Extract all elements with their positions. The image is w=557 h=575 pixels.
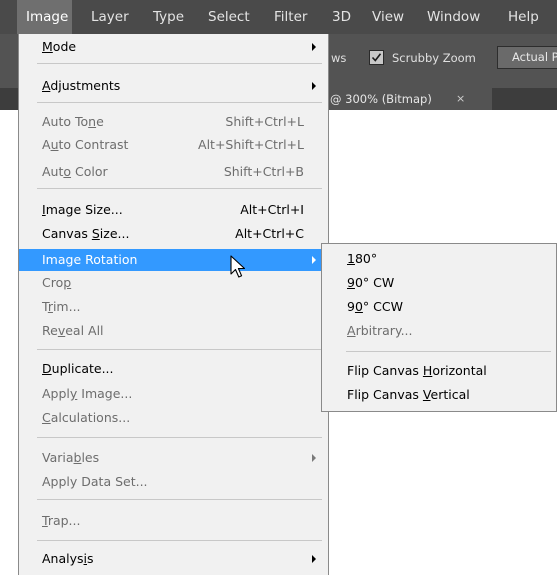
menu-item-mode[interactable]: Mode	[19, 36, 328, 58]
submenu-item-label: Flip Canvas Vertical	[347, 387, 470, 402]
image-rotation-submenu: 180° 90° CW 90° CCW Arbitrary... Flip Ca…	[321, 243, 557, 412]
submenu-item-label: 180°	[347, 251, 378, 266]
menu-item-label: Crop	[42, 275, 72, 290]
menu-item-label: Trap...	[42, 513, 81, 528]
mouse-pointer-icon	[230, 255, 248, 284]
menu-item-trim: Trim...	[19, 296, 328, 318]
submenu-item-label: 90° CW	[347, 275, 395, 290]
menu-separator	[37, 437, 322, 438]
menu-item-image-rotation[interactable]: Image Rotation	[19, 249, 328, 271]
menu-item-variables: Variables	[19, 447, 328, 469]
menu-item-label: Variables	[42, 450, 100, 465]
menu-item-label: Auto Tone	[42, 114, 104, 129]
menu-item-apply-data-set: Apply Data Set...	[19, 471, 328, 493]
menu-item-label: Image Rotation	[42, 252, 138, 267]
menu-separator	[37, 349, 322, 350]
menu-type[interactable]: Type	[153, 0, 184, 34]
shortcut-label: Alt+Shift+Ctrl+L	[198, 137, 304, 152]
menu-item-image-size[interactable]: Image Size... Alt+Ctrl+I	[19, 199, 328, 221]
menu-item-auto-contrast: Auto Contrast Alt+Shift+Ctrl+L	[19, 134, 328, 156]
menu-item-label: Analysis	[42, 551, 94, 566]
submenu-item-label: Flip Canvas Horizontal	[347, 363, 487, 378]
menu-item-auto-tone: Auto Tone Shift+Ctrl+L	[19, 111, 328, 133]
menu-item-canvas-size[interactable]: Canvas Size... Alt+Ctrl+C	[19, 223, 328, 245]
menu-item-label: Trim...	[42, 299, 81, 314]
submenu-item-180[interactable]: 180°	[322, 248, 556, 270]
shortcut-label: Shift+Ctrl+L	[225, 114, 304, 129]
menu-item-calculations: Calculations...	[19, 407, 328, 429]
shortcut-label: Shift+Ctrl+B	[223, 164, 304, 179]
menu-separator	[37, 499, 322, 500]
menu-separator	[37, 540, 322, 541]
submenu-arrow-icon	[312, 454, 316, 462]
menu-separator	[346, 351, 551, 352]
menu-separator	[37, 63, 322, 64]
menu-item-label: Calculations...	[42, 410, 131, 425]
submenu-arrow-icon	[312, 256, 316, 264]
checkmark-icon	[371, 53, 382, 62]
submenu-item-flip-horizontal[interactable]: Flip Canvas Horizontal	[322, 360, 556, 382]
menu-window[interactable]: Window	[427, 0, 480, 34]
menu-item-label: Auto Contrast	[42, 137, 129, 152]
submenu-arrow-icon	[312, 555, 316, 563]
menu-select[interactable]: Select	[208, 0, 250, 34]
menu-item-label: Duplicate...	[42, 361, 114, 376]
menu-filter[interactable]: Filter	[274, 0, 307, 34]
submenu-item-flip-vertical[interactable]: Flip Canvas Vertical	[322, 384, 556, 406]
shortcut-label: Alt+Ctrl+I	[240, 202, 304, 217]
image-menu: Mode Adjustments Auto Tone Shift+Ctrl+L …	[18, 34, 329, 575]
menu-item-reveal-all: Reveal All	[19, 320, 328, 342]
menu-separator	[37, 188, 322, 189]
menu-item-crop: Crop	[19, 272, 328, 294]
submenu-item-label: Arbitrary...	[347, 323, 413, 338]
menu-3d[interactable]: 3D	[332, 0, 351, 34]
menu-bar: Image Layer Type Select Filter 3D View W…	[0, 0, 557, 34]
menu-item-auto-color: Auto Color Shift+Ctrl+B	[19, 161, 328, 183]
submenu-item-90-ccw[interactable]: 90° CCW	[322, 296, 556, 318]
options-partial-label: ws	[331, 51, 347, 65]
submenu-arrow-icon	[312, 82, 316, 90]
menu-item-analysis[interactable]: Analysis	[19, 548, 328, 570]
menu-item-adjustments[interactable]: Adjustments	[19, 75, 328, 97]
document-tab[interactable]: @ 300% (Bitmap) ×	[316, 88, 492, 110]
scrubby-zoom-label: Scrubby Zoom	[392, 51, 476, 65]
submenu-item-arbitrary: Arbitrary...	[322, 320, 556, 342]
shortcut-label: Alt+Ctrl+C	[235, 226, 304, 241]
menu-item-label: Canvas Size...	[42, 226, 130, 241]
menu-item-apply-image: Apply Image...	[19, 383, 328, 405]
menu-item-label: Reveal All	[42, 323, 104, 338]
menu-item-label: Image Size...	[42, 202, 123, 217]
menu-help[interactable]: Help	[508, 0, 539, 34]
submenu-arrow-icon	[312, 43, 316, 51]
menu-item-duplicate[interactable]: Duplicate...	[19, 358, 328, 380]
menu-item-label: Adjustments	[42, 78, 121, 93]
close-icon[interactable]: ×	[456, 88, 465, 110]
submenu-item-label: 90° CCW	[347, 299, 403, 314]
actual-pixels-button[interactable]: Actual P	[497, 46, 557, 69]
document-tab-title: @ 300% (Bitmap)	[330, 92, 432, 106]
menu-image[interactable]: Image	[17, 0, 72, 34]
menu-layer[interactable]: Layer	[91, 0, 129, 34]
menu-item-label: Apply Data Set...	[42, 474, 148, 489]
menu-view[interactable]: View	[372, 0, 404, 34]
submenu-item-90-cw[interactable]: 90° CW	[322, 272, 556, 294]
menu-item-label: Auto Color	[42, 164, 108, 179]
menu-item-trap: Trap...	[19, 510, 328, 532]
scrubby-zoom-checkbox[interactable]	[369, 50, 384, 65]
menu-separator	[37, 102, 322, 103]
menu-item-label: Apply Image...	[42, 386, 133, 401]
menu-item-label: Mode	[42, 39, 77, 54]
